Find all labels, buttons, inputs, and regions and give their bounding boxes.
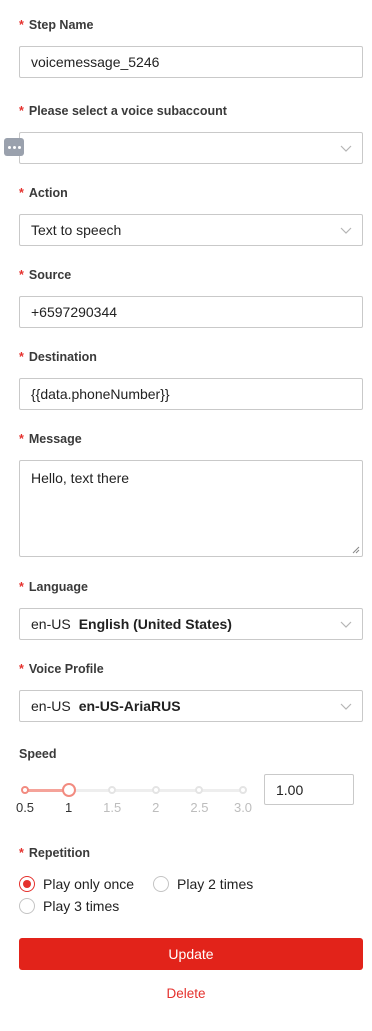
- radio-play-2-times[interactable]: Play 2 times: [153, 876, 253, 892]
- speed-input[interactable]: 1.00: [264, 774, 354, 805]
- speed-mark-dot[interactable]: [21, 786, 29, 794]
- destination-input[interactable]: {{data.phoneNumber}}: [19, 378, 363, 410]
- speed-mark-label[interactable]: 2: [152, 800, 159, 815]
- speed-mark-dot[interactable]: [195, 786, 204, 794]
- speed-slider-handle[interactable]: [61, 783, 76, 797]
- voice-profile-select[interactable]: en-US en-US-AriaRUS: [19, 690, 363, 722]
- chevron-down-icon: [340, 621, 352, 628]
- source-input[interactable]: +6597290344: [19, 296, 363, 328]
- speed-mark-label[interactable]: 1.5: [103, 800, 121, 815]
- message-textarea[interactable]: Hello, text there: [19, 460, 363, 557]
- radio-circle[interactable]: [153, 876, 169, 892]
- radio-play-once[interactable]: Play only once: [19, 876, 134, 892]
- speed-mark-label[interactable]: 1: [65, 800, 72, 815]
- message-label: * Message: [19, 432, 82, 446]
- language-select[interactable]: en-US English (United States): [19, 608, 363, 640]
- speed-mark-dot[interactable]: [151, 786, 160, 794]
- step-name-label: * Step Name: [19, 18, 94, 32]
- more-dots-icon[interactable]: [4, 138, 24, 156]
- radio-circle[interactable]: [19, 876, 35, 892]
- speed-mark-label[interactable]: 3.0: [234, 800, 252, 815]
- voice-profile-label: * Voice Profile: [19, 662, 104, 676]
- chevron-down-icon: [340, 703, 352, 710]
- radio-play-3-times[interactable]: Play 3 times: [19, 898, 119, 914]
- speed-label: Speed: [19, 747, 57, 761]
- language-label: * Language: [19, 580, 88, 594]
- speed-mark-dot[interactable]: [108, 786, 117, 794]
- action-label: * Action: [19, 186, 68, 200]
- chevron-down-icon: [340, 145, 352, 152]
- action-select[interactable]: Text to speech: [19, 214, 363, 246]
- delete-button[interactable]: Delete: [0, 986, 372, 1001]
- repetition-label: * Repetition: [19, 846, 90, 860]
- voice-subaccount-select[interactable]: [19, 132, 363, 164]
- voice-subaccount-label: * Please select a voice subaccount: [19, 104, 227, 118]
- step-name-input[interactable]: voicemessage_5246: [19, 46, 363, 78]
- speed-mark-dot[interactable]: [239, 786, 247, 794]
- radio-circle[interactable]: [19, 898, 35, 914]
- chevron-down-icon: [340, 227, 352, 234]
- speed-mark-label[interactable]: 0.5: [16, 800, 34, 815]
- source-label: * Source: [19, 268, 72, 282]
- update-button[interactable]: Update: [19, 938, 363, 970]
- resize-handle-icon[interactable]: [352, 546, 360, 554]
- destination-label: * Destination: [19, 350, 97, 364]
- speed-mark-label[interactable]: 2.5: [190, 800, 208, 815]
